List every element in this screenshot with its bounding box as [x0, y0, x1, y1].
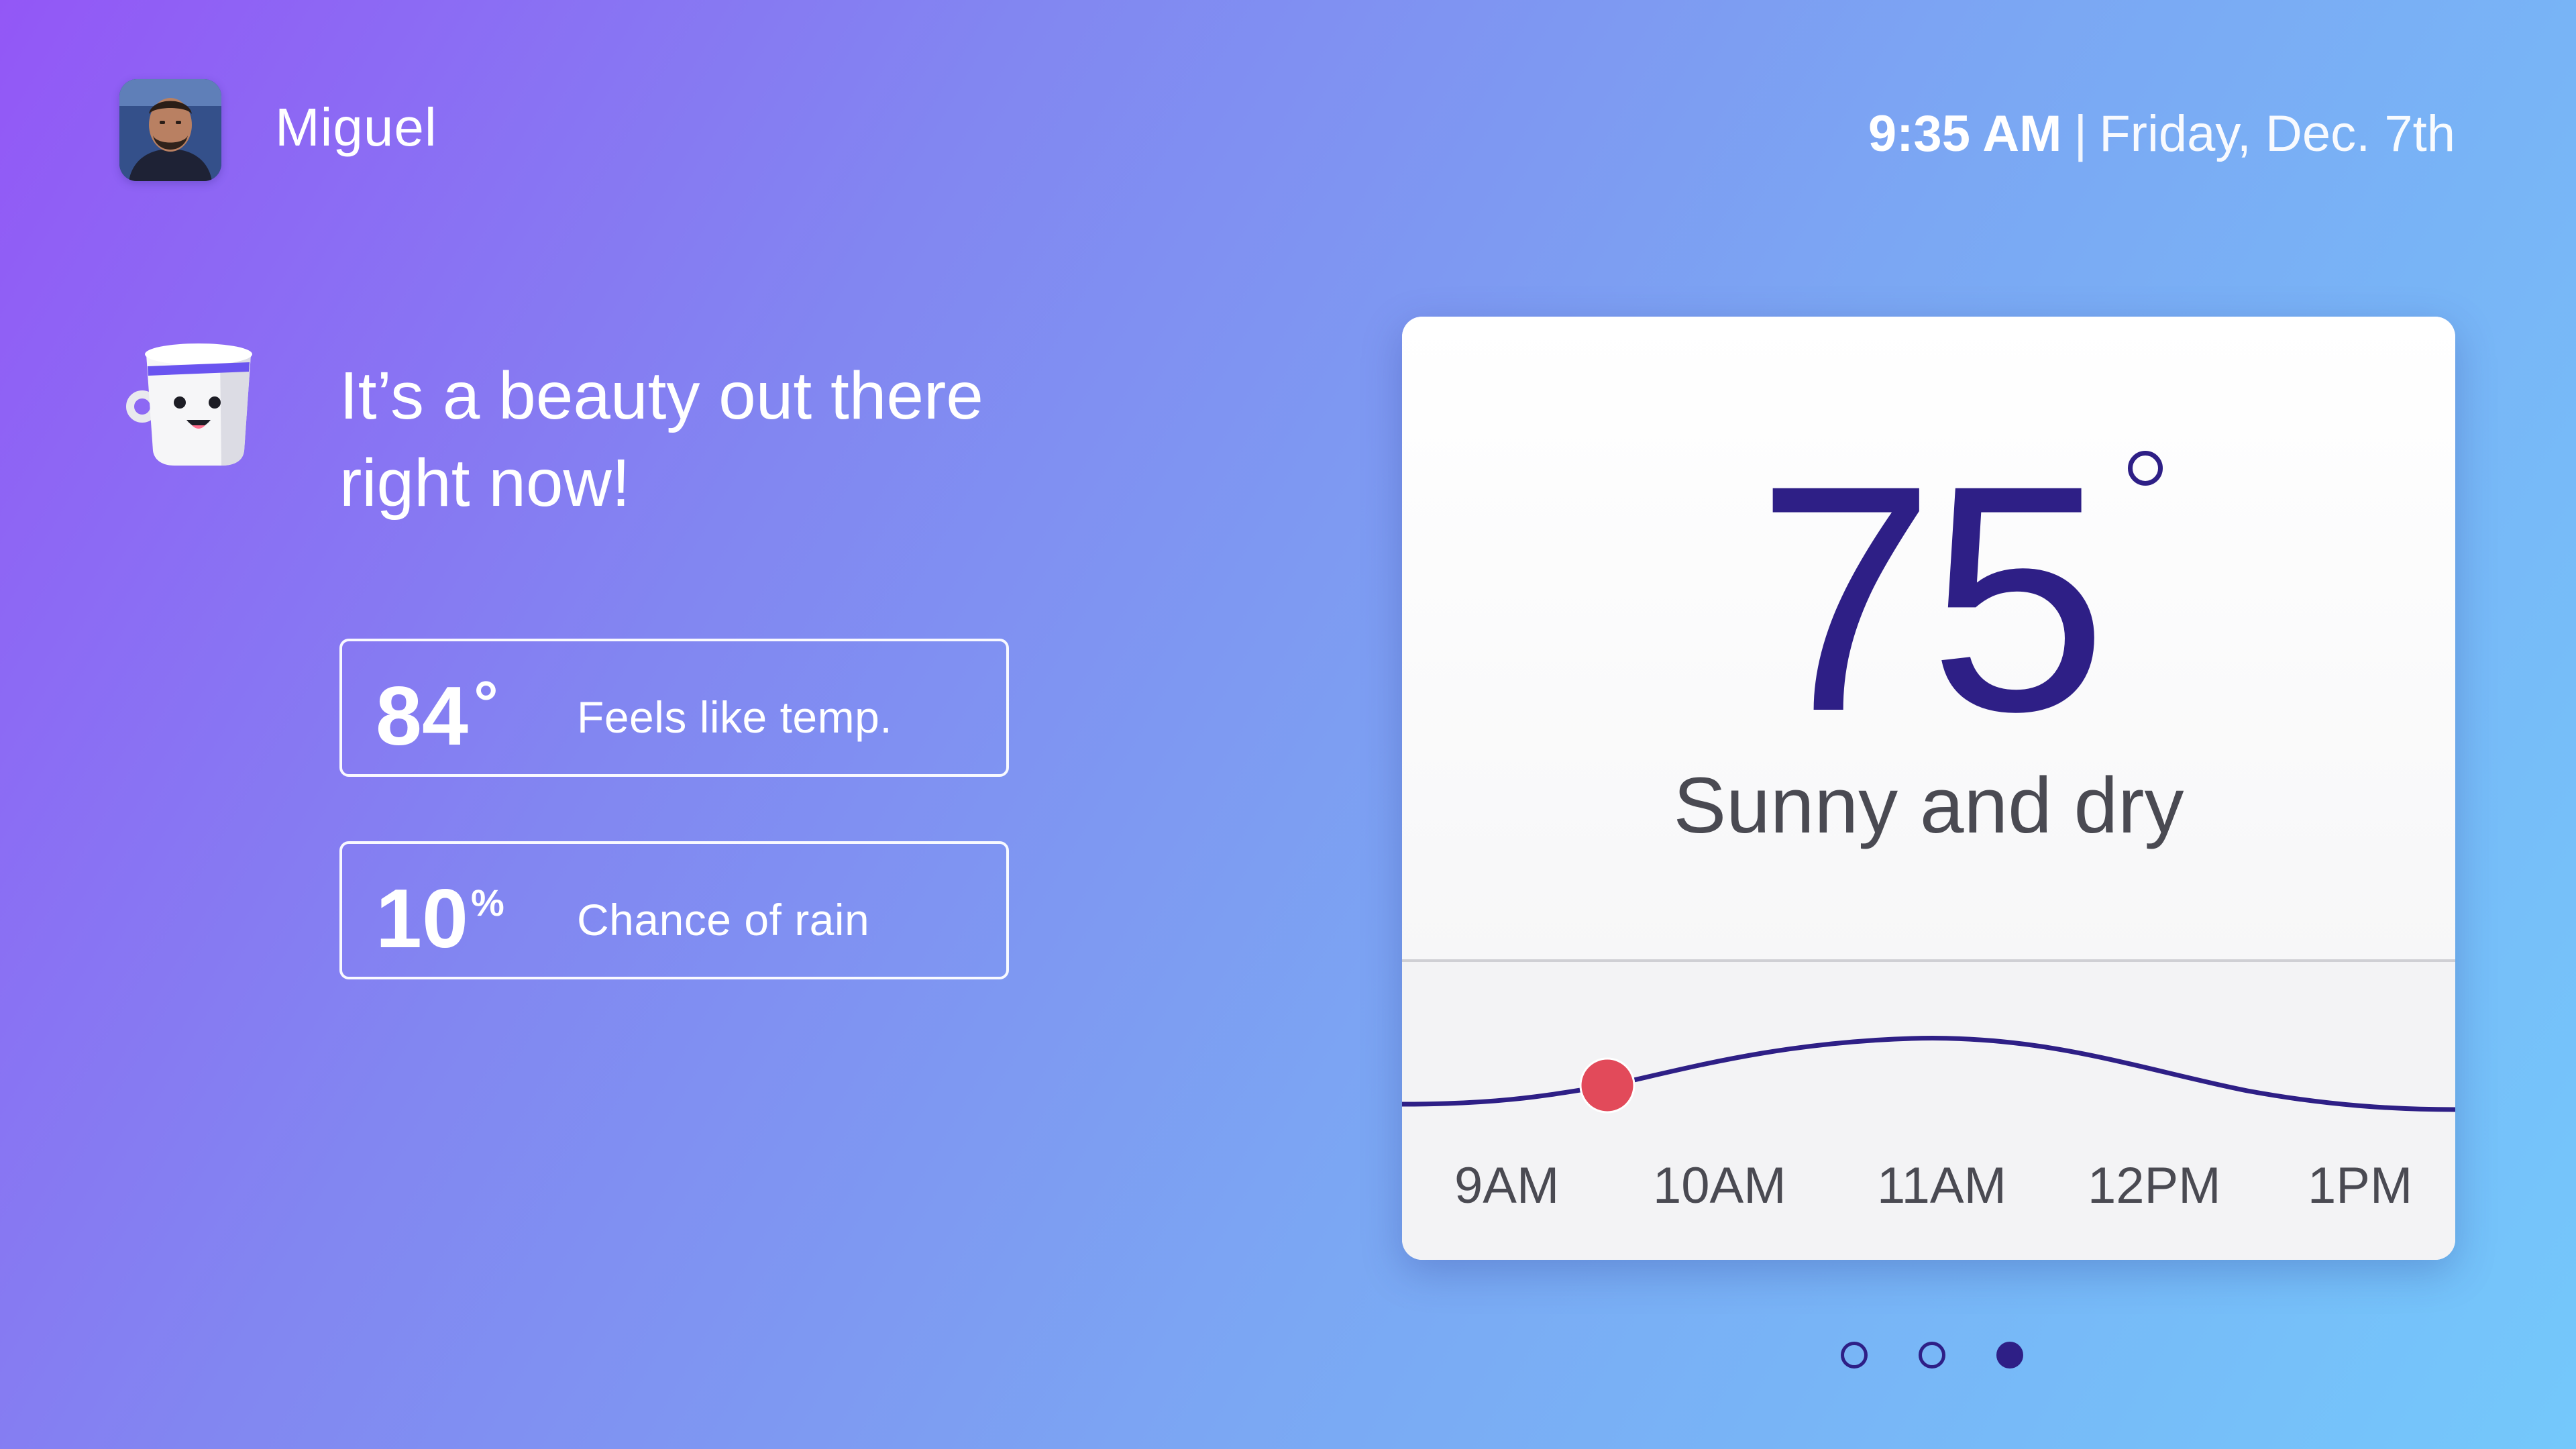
mascot-icon — [119, 327, 267, 475]
page-indicator-2[interactable] — [1919, 1342, 1945, 1368]
rain-chance-value: 10 — [376, 873, 468, 965]
temperature-curve — [1402, 1036, 2455, 1114]
current-time: 9:35 AM — [1868, 105, 2062, 162]
user-avatar[interactable] — [119, 79, 221, 181]
degree-icon — [2128, 451, 2163, 486]
current-date: Friday, Dec. 7th — [2099, 105, 2455, 162]
feels-like-unit: ° — [474, 669, 498, 737]
weather-card[interactable]: 75 Sunny and dry 9AM 10AM 11AM 12PM 1PM — [1402, 317, 2455, 1260]
timeline-label-12pm: 12PM — [2088, 1157, 2221, 1214]
datetime: 9:35 AM | Friday, Dec. 7th — [1868, 109, 2455, 160]
avatar-photo — [119, 79, 221, 181]
feels-like-label: Feels like temp. — [577, 692, 893, 742]
current-time-marker — [1579, 1057, 1635, 1114]
rain-chance-unit: % — [471, 881, 504, 924]
assistant-message: It’s a beauty out there right now! — [339, 352, 1010, 527]
timeline-label-10am: 10AM — [1653, 1157, 1786, 1214]
page-indicator-3[interactable] — [1996, 1342, 2023, 1368]
timeline-label-1pm: 1PM — [2308, 1157, 2413, 1214]
rain-chance-label: Chance of rain — [577, 895, 870, 945]
temperature-curve-line — [1402, 1036, 2455, 1112]
feels-like-card[interactable]: 84 ° Feels like temp. — [339, 639, 1009, 777]
page-indicator-1[interactable] — [1841, 1342, 1868, 1368]
assistant-message-line1: It’s a beauty out there — [339, 358, 983, 433]
timeline-label-9am: 9AM — [1454, 1157, 1560, 1214]
timeline-label-11am: 11AM — [1877, 1157, 2006, 1214]
weather-condition: Sunny and dry — [1673, 761, 2184, 850]
rain-chance-card[interactable]: 10 % Chance of rain — [339, 841, 1009, 979]
user-name: Miguel — [275, 97, 437, 157]
current-temperature: 75 — [1756, 418, 2108, 778]
datetime-separator: | — [2074, 105, 2088, 162]
feels-like-value: 84 — [376, 670, 468, 763]
assistant-message-line2: right now! — [339, 445, 631, 521]
